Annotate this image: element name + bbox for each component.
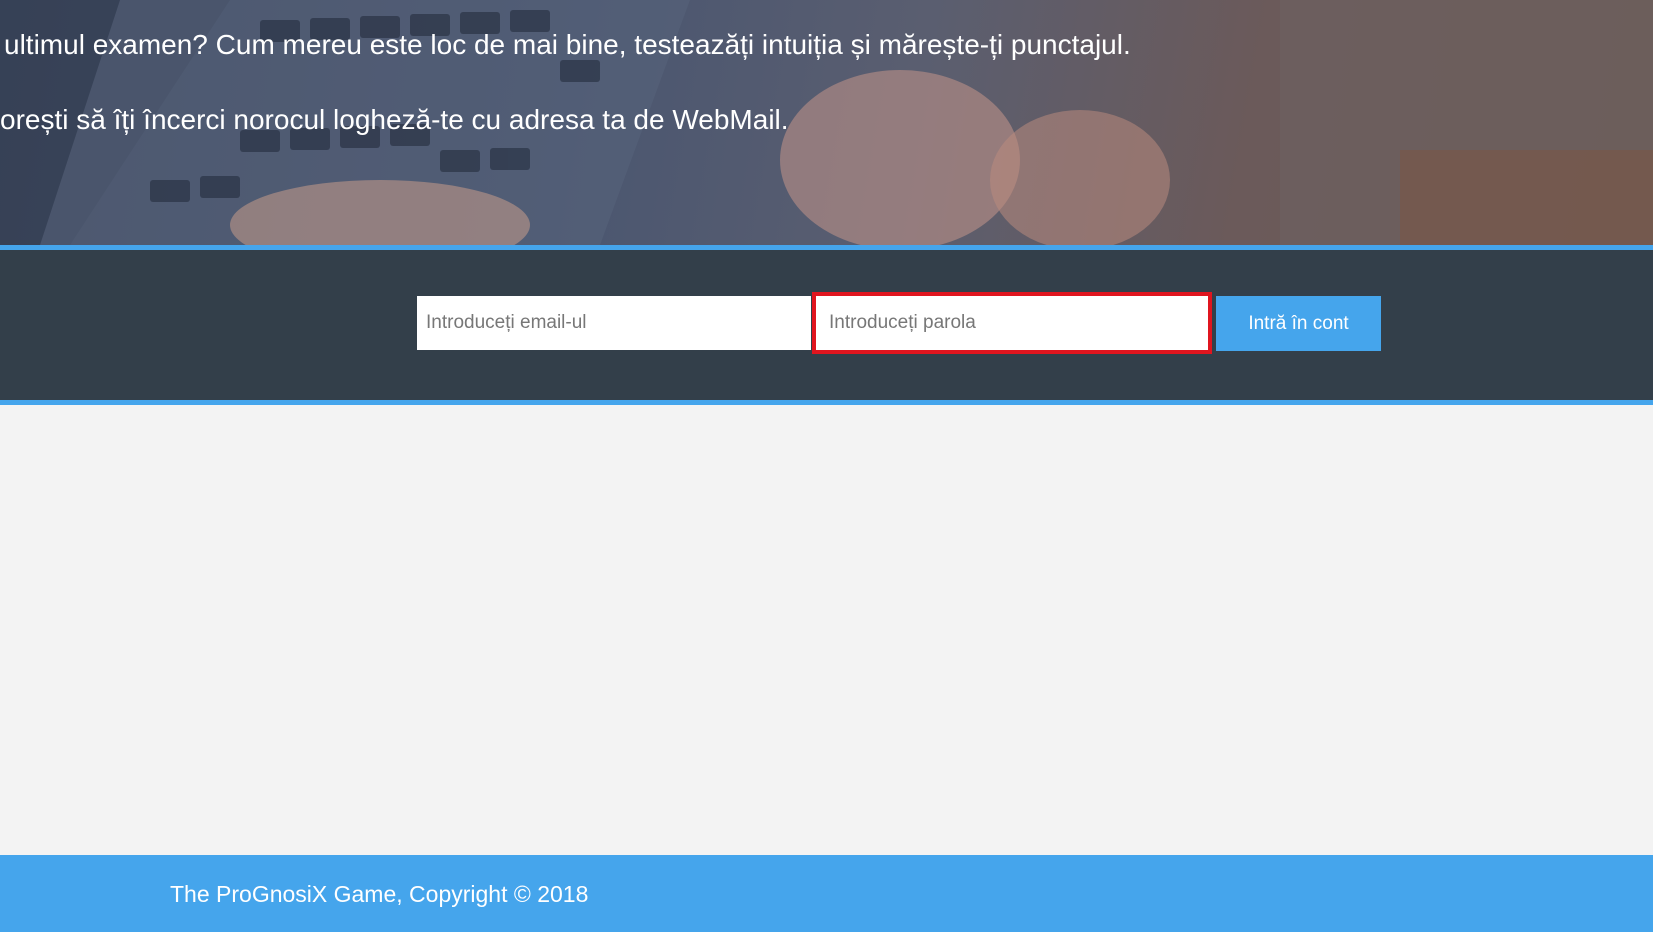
hero-banner: ultimul examen? Cum mereu este loc de ma… [0, 0, 1653, 245]
footer: The ProGnosiX Game, Copyright © 2018 [0, 855, 1653, 932]
footer-copyright: The ProGnosiX Game, Copyright © 2018 [170, 881, 589, 907]
login-button[interactable]: Intră în cont [1216, 296, 1381, 351]
password-field[interactable] [812, 292, 1212, 354]
email-field[interactable] [417, 296, 811, 350]
main-content-area [0, 405, 1653, 855]
hero-intro-text: ultimul examen? Cum mereu este loc de ma… [4, 29, 1131, 60]
hero-login-hint: orești să îți încerci norocul logheză-te… [0, 104, 789, 135]
